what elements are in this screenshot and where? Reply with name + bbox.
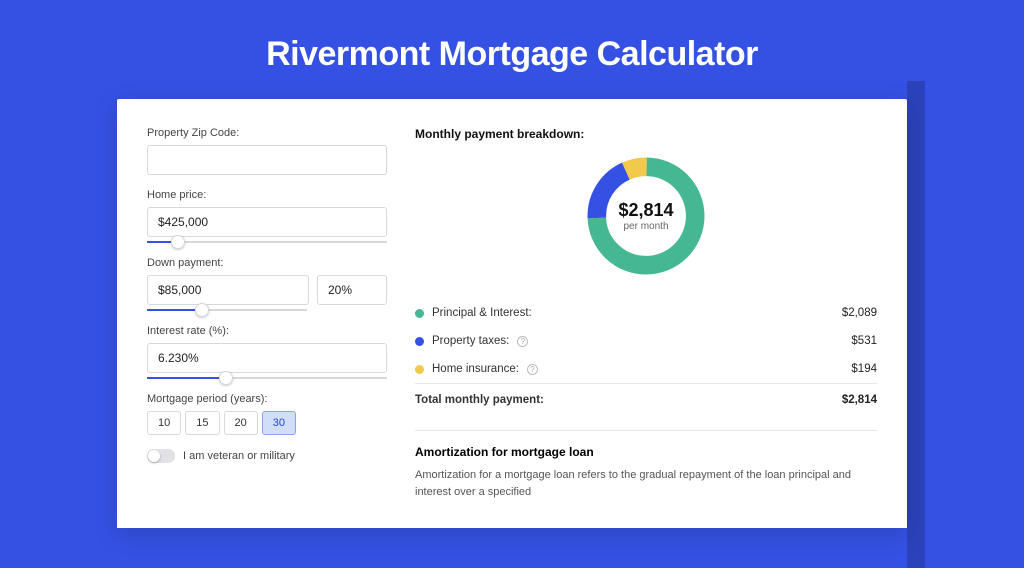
dot-icon <box>415 337 424 346</box>
rate-label: Interest rate (%): <box>147 325 387 337</box>
price-label: Home price: <box>147 189 387 201</box>
rate-slider[interactable] <box>147 377 387 379</box>
rate-input[interactable] <box>147 343 387 373</box>
dot-icon <box>415 309 424 318</box>
inputs-column: Property Zip Code: Home price: Down paym… <box>147 127 387 500</box>
down-label: Down payment: <box>147 257 387 269</box>
legend-label: Property taxes: <box>432 335 509 347</box>
total-label: Total monthly payment: <box>415 394 544 406</box>
price-slider[interactable] <box>147 241 387 243</box>
period-30-button[interactable]: 30 <box>262 411 296 435</box>
zip-input[interactable] <box>147 145 387 175</box>
amortization-title: Amortization for mortgage loan <box>415 445 877 459</box>
legend-label: Home insurance: <box>432 363 519 375</box>
legend-total: Total monthly payment: $2,814 <box>415 383 877 414</box>
legend-value: $2,089 <box>842 307 877 319</box>
payment-donut-chart: $2,814 per month <box>581 151 711 281</box>
info-icon[interactable]: ? <box>517 336 528 347</box>
calculator-card: Property Zip Code: Home price: Down paym… <box>117 99 907 528</box>
toggle-knob <box>148 450 160 462</box>
legend-principal: Principal & Interest: $2,089 <box>415 299 877 327</box>
legend-label: Principal & Interest: <box>432 307 532 319</box>
dot-icon <box>415 365 424 374</box>
veteran-toggle[interactable] <box>147 449 175 463</box>
down-amount-input[interactable] <box>147 275 309 305</box>
slider-thumb[interactable] <box>195 303 209 317</box>
breakdown-column: Monthly payment breakdown: $2,814 per mo… <box>415 127 877 500</box>
legend-insurance: Home insurance: ? $194 <box>415 355 877 383</box>
period-20-button[interactable]: 20 <box>224 411 258 435</box>
period-15-button[interactable]: 15 <box>185 411 219 435</box>
period-button-group: 10 15 20 30 <box>147 411 387 435</box>
amortization-text: Amortization for a mortgage loan refers … <box>415 467 877 500</box>
legend-value: $194 <box>851 363 877 375</box>
veteran-label: I am veteran or military <box>183 450 295 462</box>
donut-sublabel: per month <box>623 221 668 232</box>
donut-amount: $2,814 <box>618 200 673 221</box>
price-input[interactable] <box>147 207 387 237</box>
zip-label: Property Zip Code: <box>147 127 387 139</box>
legend-value: $531 <box>851 335 877 347</box>
slider-thumb[interactable] <box>171 235 185 249</box>
total-value: $2,814 <box>842 394 877 406</box>
legend-taxes: Property taxes: ? $531 <box>415 327 877 355</box>
breakdown-title: Monthly payment breakdown: <box>415 127 877 141</box>
period-10-button[interactable]: 10 <box>147 411 181 435</box>
slider-thumb[interactable] <box>219 371 233 385</box>
info-icon[interactable]: ? <box>527 364 538 375</box>
amortization-section: Amortization for mortgage loan Amortizat… <box>415 430 877 500</box>
down-percent-input[interactable] <box>317 275 387 305</box>
period-label: Mortgage period (years): <box>147 393 387 405</box>
page-title: Rivermont Mortgage Calculator <box>0 0 1024 99</box>
down-slider[interactable] <box>147 309 307 311</box>
